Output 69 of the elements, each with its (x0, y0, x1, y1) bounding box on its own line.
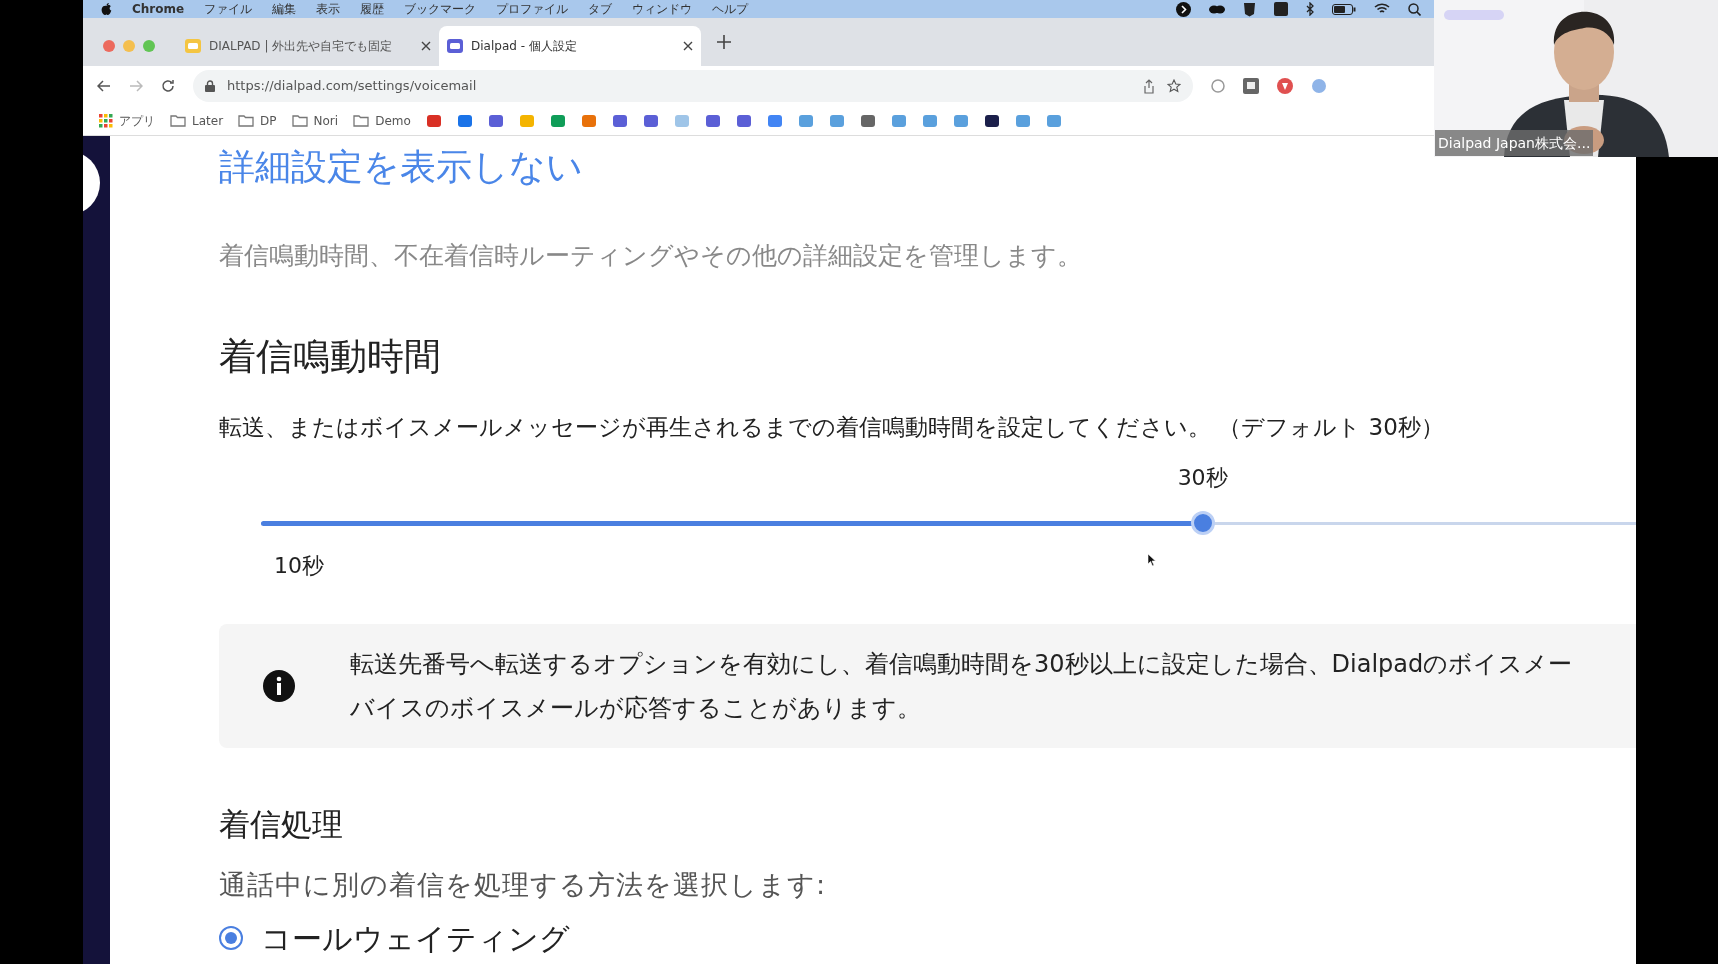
prompt-text: 通話中に別の着信を処理する方法を選択します: (219, 868, 828, 902)
section-heading: 着信鳴動時間 (219, 333, 442, 380)
menu-item[interactable]: タブ (588, 0, 613, 18)
tab-favicon-icon (185, 38, 201, 54)
bookmark-label: Nori (313, 112, 339, 130)
radio-button[interactable] (219, 926, 243, 950)
slider-min-label: 10秒 (274, 551, 324, 580)
folder-icon (353, 114, 370, 127)
chevron-circle-icon[interactable] (1176, 1, 1191, 17)
star-icon[interactable] (1167, 79, 1181, 93)
participant-name-label: Dialpad Japan株式会... (1435, 130, 1594, 156)
instruction-text: 転送、またはボイスメールメッセージが再生されるまでの着信鳴動時間を設定してください。 （デフォルト 30秒） (219, 413, 1445, 442)
menu-item[interactable]: ブックマーク (404, 0, 477, 18)
wifi-icon[interactable] (1374, 3, 1390, 15)
search-icon[interactable] (1408, 2, 1421, 16)
hide-advanced-link[interactable]: 詳細設定を表示しない (219, 140, 583, 194)
folder-icon (170, 114, 186, 127)
menu-item[interactable]: ウィンドウ (632, 0, 693, 18)
tab-title: DIALPAD | 外出先や自宅でも固定 (209, 38, 394, 55)
folder-icon (238, 114, 255, 127)
info-text: 転送先番号へ転送するオプションを有効にし、着信鳴動時間を30秒以上に設定した場合、Dialpadのボイスメー (350, 648, 1573, 680)
menu-item[interactable]: 編集 (272, 0, 297, 18)
extension-icon[interactable] (1243, 78, 1259, 94)
bookmark-label: Later (192, 112, 224, 130)
back-icon[interactable] (97, 80, 111, 92)
slider-thumb[interactable] (1190, 510, 1215, 535)
tab-favicon-icon (447, 38, 463, 54)
bookmark[interactable]: Nori (291, 111, 339, 130)
bookmark[interactable]: DP (238, 111, 277, 130)
menu-item[interactable]: ファイル (204, 0, 253, 18)
menu-app-name[interactable]: Chrome (132, 0, 185, 18)
lock-icon (205, 80, 215, 92)
menu-item[interactable]: 履歴 (360, 0, 385, 18)
slider-value-label: 30秒 (1177, 463, 1228, 492)
bookmark[interactable]: Later (170, 111, 224, 130)
close-icon[interactable] (421, 41, 431, 51)
bookmark-label: Demo (375, 112, 411, 130)
apple-icon[interactable] (101, 2, 112, 16)
info-text: バイスのボイスメールが応答することがあります。 (350, 692, 922, 724)
close-icon[interactable] (683, 41, 693, 51)
extension-icon[interactable] (1277, 78, 1293, 94)
menu-item[interactable]: プロファイル (496, 0, 569, 18)
url-text: https://dialpad.com/settings/voicemail (227, 77, 478, 96)
cloud-icon[interactable] (1209, 4, 1225, 14)
tab-title: Dialpad - 個人設定 (471, 38, 578, 55)
browser-tab[interactable]: DIALPAD | 外出先や自宅でも固定 (177, 26, 439, 66)
bookmark[interactable]: アプリ (99, 111, 155, 130)
bluetooth-icon[interactable] (1306, 2, 1314, 16)
folder-icon (291, 114, 308, 127)
radio-label: コールウェイティング (261, 919, 570, 958)
new-tab-icon[interactable] (717, 35, 731, 49)
shield-icon[interactable] (1243, 1, 1256, 17)
bookmark[interactable]: Demo (353, 111, 411, 130)
address-field[interactable]: https://dialpad.com/settings/voicemail (193, 70, 1193, 102)
bookmark-icon[interactable] (983, 112, 1000, 129)
bookmark-label: DP (260, 112, 277, 130)
battery-icon[interactable] (1332, 3, 1356, 15)
description-text: 着信鳴動時間、不在着信時ルーティングやその他の詳細設定を管理します。 (219, 240, 1083, 272)
bookmark-label: アプリ (119, 112, 155, 130)
menu-item[interactable]: ヘルプ (712, 0, 749, 18)
browser-tab[interactable]: Dialpad - 個人設定 (439, 26, 701, 66)
apps-grid-icon (99, 113, 113, 128)
share-icon[interactable] (1143, 78, 1155, 94)
reload-icon[interactable] (161, 79, 175, 93)
menu-item[interactable]: 表示 (316, 0, 341, 18)
section-heading: 着信処理 (219, 804, 344, 844)
extension-icon[interactable] (1211, 79, 1225, 93)
mouse-cursor-icon (1148, 553, 1156, 566)
info-icon (263, 669, 295, 702)
